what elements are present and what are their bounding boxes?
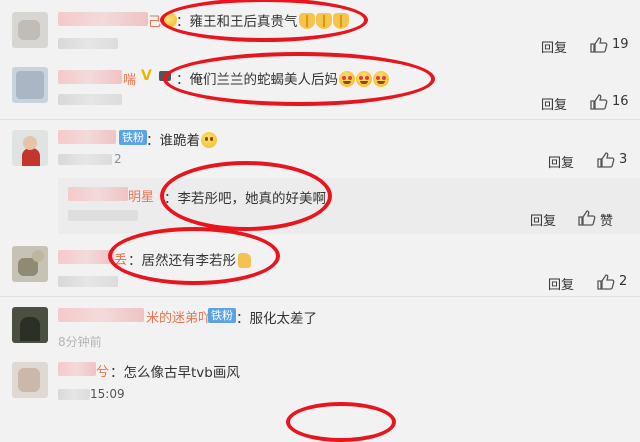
avatar[interactable] [12,246,48,282]
fan-badge: 铁粉 [208,308,236,323]
reply-button[interactable]: 回复 [541,37,567,56]
reply-button[interactable]: 回复 [530,210,556,229]
thinking-emoji-icon [201,132,217,148]
like-button[interactable]: 19 [590,37,630,53]
comment-text: ：怎么像古早tvb画风 [110,365,240,381]
like-button[interactable]: 赞 [578,210,628,229]
username-tail[interactable]: 兮 [96,361,109,380]
timestamp-blurred [58,389,90,400]
avatar[interactable] [12,67,48,103]
username-blurred[interactable] [58,130,116,144]
fan-badge: 铁粉 [119,130,147,145]
avatar[interactable] [12,307,48,343]
highlight-ellipse [108,227,280,285]
username-blurred[interactable] [58,308,144,322]
thumbs-up-icon [590,94,608,110]
reply-thread: 明星 ：李若彤吧，她真的好美啊 回复 赞 [58,178,640,234]
reply-button[interactable]: 回复 [541,94,567,113]
username-blurred[interactable] [58,250,114,264]
username-blurred[interactable] [58,12,148,26]
comment-text: ：谁跪着 [146,129,217,149]
timestamp-blurred [58,154,112,165]
avatar[interactable] [12,362,48,398]
timestamp-tail: 2 [114,152,122,166]
comment-row: 米的迷弟吖 铁粉 ：服化太差了 8分钟前 [0,297,640,349]
like-button[interactable]: 16 [590,94,630,110]
like-button[interactable]: 2 [597,274,637,290]
username-tail[interactable]: 明星 [128,186,154,205]
highlight-ellipse [160,0,368,42]
vip-icon: V [141,68,152,84]
username-tail[interactable]: 米的迷弟吖 [146,307,211,326]
avatar[interactable] [12,12,48,48]
avatar[interactable] [12,130,48,166]
comment-row: 丢 ：居然还有李若彤 回复 2 [0,236,640,296]
thumbs-up-icon [597,152,615,168]
username-blurred[interactable] [68,187,128,201]
highlight-ellipse [163,52,435,106]
comment-row: 铁粉 ：谁跪着 2 回复 3 [0,120,640,178]
timestamp-blurred [58,38,118,49]
username-blurred[interactable] [58,70,122,84]
thumbs-up-icon [590,37,608,53]
username-blurred[interactable] [58,362,96,376]
thumbs-up-icon [578,210,596,226]
like-button[interactable]: 3 [597,152,637,168]
timestamp-blurred [68,210,138,221]
timestamp-blurred [58,94,122,105]
timestamp: 8分钟前 [58,335,102,349]
timestamp-blurred [58,276,118,287]
highlight-ellipse [160,161,332,231]
thumbs-up-icon [597,274,615,290]
reply-button[interactable]: 回复 [548,274,574,293]
timestamp-tail: 15:09 [90,387,125,401]
highlight-ellipse [286,402,396,442]
comment-text: ：服化太差了 [236,311,317,327]
reply-button[interactable]: 回复 [548,152,574,171]
username-tail[interactable]: 喘 [123,69,136,88]
